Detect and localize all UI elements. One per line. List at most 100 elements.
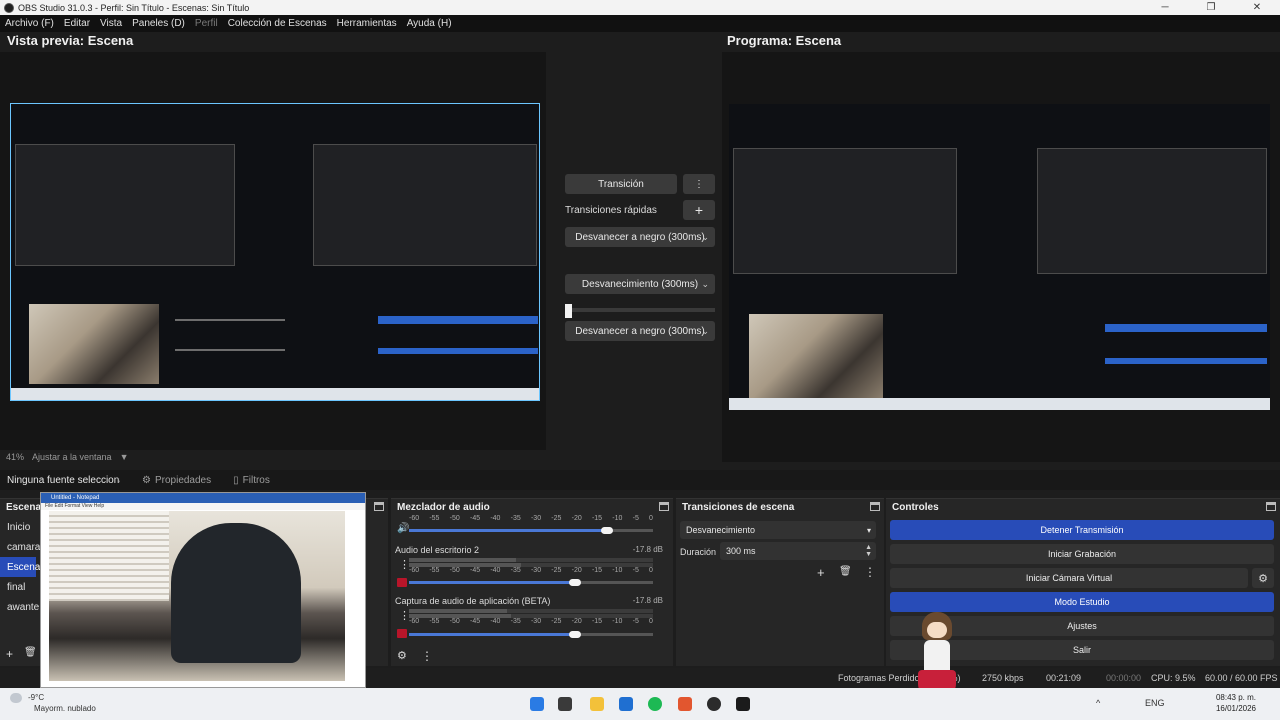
- scene-item-awante[interactable]: awante: [0, 597, 39, 617]
- gear-icon[interactable]: ⚙: [397, 649, 407, 662]
- stop-stream-button[interactable]: Detener Transmisión: [890, 520, 1274, 540]
- mixer-title: Mezclador de audio: [397, 502, 490, 513]
- volume-slider[interactable]: [569, 579, 581, 586]
- popout-icon[interactable]: [870, 502, 880, 511]
- terminal-icon[interactable]: [736, 697, 750, 711]
- volume-slider[interactable]: [601, 527, 613, 534]
- clock[interactable]: 08:43 p. m. 16/01/2026: [1216, 692, 1256, 714]
- quick-transition-1[interactable]: Desvanecer a negro (300ms) ⌄: [565, 227, 715, 247]
- cloud-icon: [10, 692, 22, 703]
- channel-db: -17.8 dB: [632, 596, 663, 605]
- popout-icon[interactable]: [659, 502, 669, 511]
- gear-icon[interactable]: ⚙: [1252, 568, 1274, 588]
- transition-button[interactable]: Transición: [565, 174, 677, 194]
- controls-title: Controles: [892, 502, 939, 513]
- menu-perfil[interactable]: Perfil: [195, 18, 218, 29]
- mute-icon[interactable]: [397, 629, 407, 638]
- filter-icon: ▯: [233, 474, 239, 486]
- window-blinds: [49, 511, 169, 601]
- nested-preview: [15, 144, 235, 266]
- volume-rest: [607, 529, 653, 532]
- scene-item-escena[interactable]: Escena: [0, 557, 40, 577]
- chevron-down-icon[interactable]: ▼: [120, 452, 129, 462]
- t-bar-track[interactable]: [565, 308, 715, 312]
- preview-canvas[interactable]: [10, 103, 540, 401]
- notepad-title: Untitled - Notepad: [41, 493, 365, 503]
- audio-mixer-dock: Mezclador de audio -60 -55 -50 -45 -40 -35 -30…: [391, 498, 673, 666]
- window-title: OBS Studio 31.0.3 - Perfil: Sin Título -…: [18, 2, 250, 13]
- speaker-icon[interactable]: 🔊: [397, 523, 409, 534]
- zoom-level: 41%: [6, 452, 25, 462]
- duration-label: Duración: [680, 547, 717, 557]
- popout-icon[interactable]: [374, 502, 384, 511]
- transition-select[interactable]: Desvanecimiento ▾: [680, 521, 876, 539]
- preview-title: Vista previa: Escena: [7, 33, 134, 48]
- obs-logo-icon: [4, 2, 14, 13]
- studio-mode-button[interactable]: Modo Estudio: [890, 592, 1274, 612]
- window-controls: ─ ❐ ✕: [1142, 0, 1280, 15]
- file-explorer-icon[interactable]: [590, 697, 604, 711]
- zoom-row: 41% Ajustar a la ventana ▼: [6, 452, 137, 462]
- gear-icon: ⚙: [142, 474, 151, 486]
- menu-coleccion-escenas[interactable]: Colección de Escenas: [228, 18, 327, 29]
- store-icon[interactable]: [619, 697, 633, 711]
- properties-button[interactable]: ⚙ Propiedades: [142, 475, 211, 486]
- nested-program: [313, 144, 537, 266]
- bitrate: 2750 kbps: [982, 673, 1024, 683]
- menu-ayuda[interactable]: Ayuda (H): [407, 18, 452, 29]
- close-button[interactable]: ✕: [1234, 0, 1280, 15]
- add-scene-button[interactable]: +: [6, 647, 13, 661]
- language-indicator[interactable]: ENG: [1145, 698, 1165, 708]
- nested-webcam: [29, 304, 159, 384]
- tray-overflow-icon[interactable]: ^: [1096, 698, 1100, 708]
- scene-transitions-title: Transiciones de escena: [682, 502, 795, 513]
- menu-editar[interactable]: Editar: [64, 18, 90, 29]
- menu-paneles[interactable]: Paneles (D): [132, 18, 185, 29]
- mixer-menu-button[interactable]: ⋮: [421, 649, 433, 663]
- chevron-down-icon: ⌄: [701, 231, 709, 242]
- t-bar-handle[interactable]: [565, 304, 572, 318]
- scene-item-camara[interactable]: camara: [0, 537, 40, 557]
- transition-menu-button[interactable]: ⋮: [864, 565, 876, 579]
- remove-transition-button[interactable]: 🗑: [839, 566, 852, 577]
- chevron-down-icon: ⌄: [701, 325, 709, 336]
- transition-menu-button[interactable]: ⋮: [683, 174, 715, 194]
- recording-time: 00:00:00: [1106, 673, 1142, 683]
- nested-taskbar: [11, 388, 539, 400]
- minimize-button[interactable]: ─: [1142, 0, 1188, 15]
- fps: 60.00 / 60.00 FPS: [1205, 673, 1278, 683]
- obs-icon[interactable]: [707, 697, 721, 711]
- filters-button[interactable]: ▯ Filtros: [233, 475, 270, 486]
- maximize-button[interactable]: ❐: [1188, 0, 1234, 15]
- channel-db: -17.8 dB: [632, 545, 663, 554]
- nested-studio-button: [378, 348, 538, 354]
- menu-vista[interactable]: Vista: [100, 18, 122, 29]
- brave-icon[interactable]: [678, 697, 692, 711]
- start-icon[interactable]: [530, 697, 544, 711]
- chevron-down-icon: ⌄: [701, 278, 709, 289]
- scene-item-inicio[interactable]: Inicio: [0, 517, 36, 537]
- menu-herramientas[interactable]: Herramientas: [337, 18, 397, 29]
- duration-spinbox[interactable]: 300 ms ▲ ▼: [720, 542, 876, 560]
- start-virtual-camera-button[interactable]: Iniciar Cámara Virtual: [890, 568, 1248, 588]
- popout-icon[interactable]: [1266, 502, 1276, 511]
- volume-fill: [409, 529, 607, 532]
- add-transition-button[interactable]: +: [817, 565, 825, 580]
- task-view-icon[interactable]: [558, 697, 572, 711]
- volume-slider[interactable]: [569, 631, 581, 638]
- person-silhouette: [171, 523, 301, 663]
- mute-icon[interactable]: [397, 578, 407, 587]
- remove-scene-button[interactable]: 🗑: [24, 647, 37, 658]
- start-recording-button[interactable]: Iniciar Grabación: [890, 544, 1274, 564]
- quick-transition-2[interactable]: Desvanecimiento (300ms) ⌄: [565, 274, 715, 294]
- spotify-icon[interactable]: [648, 697, 662, 711]
- menu-archivo[interactable]: Archivo (F): [5, 18, 54, 29]
- source-toolbar: Ninguna fuente seleccionada ⚙ Propiedade…: [0, 470, 1280, 490]
- level-meter: [409, 609, 653, 613]
- fit-window-select[interactable]: Ajustar a la ventana: [32, 452, 112, 462]
- scene-item-final[interactable]: final: [0, 577, 36, 597]
- quick-transition-3[interactable]: Desvanecer a negro (300ms) ⌄: [565, 321, 715, 341]
- add-quick-transition-button[interactable]: +: [683, 200, 715, 220]
- program-area: [722, 52, 1280, 462]
- weather-widget[interactable]: -9°C Mayorm. nublado: [10, 692, 96, 714]
